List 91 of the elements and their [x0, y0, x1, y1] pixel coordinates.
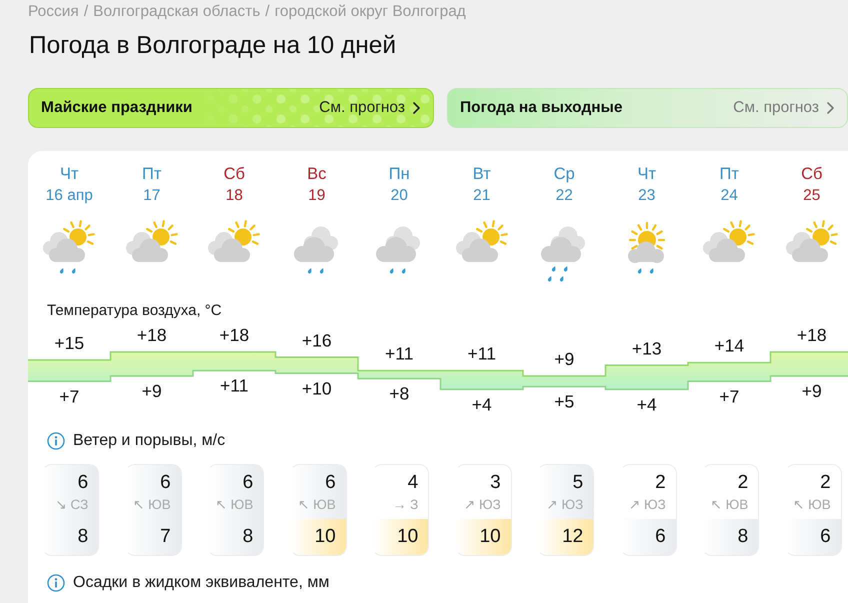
date-label: 20	[390, 186, 408, 206]
partly-cloudy-icon	[784, 220, 839, 263]
max-temperature-label: +11	[468, 344, 496, 364]
wind-speed: 5	[572, 472, 584, 494]
breadcrumb-separator: /	[84, 2, 88, 21]
breadcrumb-link[interactable]: Волгоградская область	[93, 2, 260, 21]
wind-speed: 6	[78, 472, 88, 494]
date-label: 19	[308, 186, 326, 206]
wind-direction: ↗ ЮЗ	[464, 497, 501, 513]
max-temperature-label: +18	[136, 324, 167, 345]
wind-direction: ↖ ЮВ	[793, 497, 831, 513]
wind-speed: 2	[655, 472, 666, 494]
weekday-label: Пн	[388, 164, 410, 184]
max-temperature-label: +14	[714, 336, 744, 356]
weekday-label: Ср	[554, 164, 575, 184]
forecast-banner[interactable]: Майские праздники См. прогноз	[28, 88, 434, 128]
see-forecast-link[interactable]: См. прогноз	[733, 99, 834, 117]
partly-cloudy-rain-icon	[42, 220, 96, 275]
weekday-label: Вс	[307, 164, 326, 184]
weekday-label: Сб	[224, 164, 245, 184]
partly-cloudy-icon	[702, 220, 756, 263]
wind-direction: ↖ ЮВ	[133, 497, 171, 513]
breadcrumb-separator: /	[265, 2, 270, 21]
weekday-label: Сб	[801, 164, 822, 184]
date-label: 16 апр	[46, 186, 93, 206]
wind-speed: 2	[820, 472, 831, 494]
wind-direction: → З	[392, 497, 418, 513]
weekday-label: Пт	[142, 164, 162, 184]
min-temperature-label: +9	[142, 380, 162, 401]
wind-direction: ↖ ЮВ	[216, 497, 254, 513]
wind-direction: ↖ ЮВ	[298, 497, 336, 513]
min-temperature-label: +4	[636, 394, 657, 414]
partly-cloudy-icon	[124, 220, 179, 263]
wind-direction: ↗ ЮЗ	[546, 497, 584, 513]
date-label: 24	[720, 186, 738, 206]
date-label: 21	[473, 186, 490, 206]
max-temperature-label: +15	[54, 332, 84, 353]
wind-direction: ↘ СЗ	[55, 497, 88, 513]
wind-speed: 3	[490, 472, 501, 494]
max-temperature-label: +18	[219, 324, 250, 345]
date-label: 17	[143, 186, 160, 206]
date-label: 23	[638, 186, 656, 206]
date-label: 22	[556, 186, 573, 206]
banner-title: Майские праздники	[41, 99, 192, 117]
info-icon[interactable]	[47, 574, 65, 592]
breadcrumb-link[interactable]: Россия	[28, 2, 79, 21]
see-forecast-link[interactable]: См. прогноз	[319, 99, 420, 117]
date-label: 25	[803, 186, 820, 206]
gust-speed: 12	[538, 519, 594, 555]
max-temperature-label: +11	[385, 344, 414, 364]
min-temperature-label: +10	[302, 378, 332, 398]
max-temperature-label: +13	[632, 338, 662, 358]
page-title: Погода в Волгограде на 10 дней	[29, 32, 396, 60]
min-temperature-label: +7	[719, 386, 740, 406]
max-temperature-label: +18	[796, 324, 827, 345]
section-title: Температура воздуха, °C	[47, 301, 222, 321]
chevron-right-icon	[827, 102, 834, 114]
gust-speed: 10	[290, 519, 346, 555]
weekday-label: Вт	[472, 164, 491, 184]
wind-speed: 4	[408, 472, 418, 494]
wind-direction: ↗ ЮЗ	[628, 497, 666, 513]
partly-cloudy-icon	[207, 220, 262, 263]
info-icon[interactable]	[47, 432, 65, 450]
weekday-label: Чт	[60, 164, 79, 184]
min-temperature-label: +9	[802, 380, 822, 401]
forecast-banner[interactable]: Погода на выходные См. прогноз	[447, 88, 848, 128]
section-title: Осадки в жидком эквиваленте, мм	[73, 573, 330, 593]
wind-speed: 2	[738, 472, 748, 494]
cloudy-rain-icon	[292, 225, 341, 275]
gust-speed: 10	[373, 519, 428, 555]
date-label: 18	[226, 186, 243, 206]
sun-cloud-rain-icon	[628, 222, 666, 275]
gust-speed: 10	[456, 519, 511, 555]
max-temperature-label: +9	[554, 348, 574, 369]
weekday-label: Чт	[637, 164, 656, 184]
breadcrumb-link[interactable]: городской округ Волгоград	[274, 2, 466, 21]
min-temperature-label: +11	[220, 376, 248, 396]
wind-direction: ↖ ЮВ	[710, 497, 748, 513]
min-temperature-label: +8	[389, 384, 410, 404]
wind-speed: 6	[325, 472, 336, 494]
max-temperature-label: +16	[302, 330, 332, 350]
wind-speed: 6	[242, 472, 254, 494]
section-title: Ветер и порывы, м/с	[73, 431, 226, 451]
weekday-label: Пт	[720, 164, 739, 184]
banner-title: Погода на выходные	[460, 99, 623, 117]
wind-speed: 6	[160, 472, 171, 494]
min-temperature-label: +4	[472, 394, 492, 414]
min-temperature-label: +7	[59, 386, 80, 406]
partly-cloudy-icon	[454, 220, 509, 263]
min-temperature-label: +5	[554, 392, 574, 412]
chevron-right-icon	[413, 102, 420, 114]
